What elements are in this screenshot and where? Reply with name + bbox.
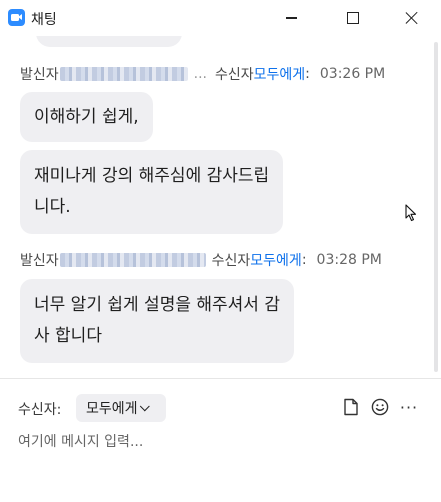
sender-name-redacted	[59, 253, 206, 267]
message-input[interactable]	[18, 430, 418, 454]
message-bubble-partial	[36, 36, 182, 47]
sender-label: 발신자	[20, 67, 59, 83]
file-button[interactable]	[340, 396, 362, 418]
recipient-label: 수신자:	[18, 402, 62, 418]
recipient-dropdown[interactable]: 모두에게	[76, 394, 166, 422]
sender-name-ellipsis: ...	[193, 66, 207, 82]
emoji-icon	[371, 398, 389, 416]
recipient-label: 수신자	[215, 67, 254, 83]
message-list[interactable]: 발신자 ... 수신자 모두에게 : 03:26 PM 이해하기 쉽게, 재미나…	[0, 36, 441, 378]
close-icon	[405, 11, 419, 25]
meta-colon: :	[301, 252, 307, 268]
minimize-icon	[285, 17, 297, 19]
maximize-button[interactable]	[330, 2, 376, 34]
scrollbar[interactable]	[434, 42, 438, 372]
mouse-cursor-icon	[405, 204, 417, 222]
minimize-button[interactable]	[268, 2, 314, 34]
sender-name-redacted	[59, 67, 188, 81]
message-bubble[interactable]: 너무 알기 쉽게 설명을 해주셔서 감 사 합니다	[20, 279, 294, 363]
sender-label: 발신자	[20, 253, 59, 269]
close-button[interactable]	[389, 2, 435, 34]
message-text: 너무 알기 쉽게 설명을 해주셔서 감	[34, 295, 280, 315]
meta-colon: :	[305, 66, 310, 82]
message-time: 03:26 PM	[319, 66, 386, 82]
message-meta: 발신자 ... 수신자 모두에게 : 03:26 PM	[20, 64, 385, 84]
message-text: 니다.	[34, 197, 71, 217]
composer-divider	[0, 378, 441, 379]
message-time: 03:28 PM	[316, 252, 382, 268]
message-text: 사 합니다	[34, 326, 102, 346]
recipient-label: 수신자	[211, 253, 251, 269]
message-meta: 발신자 수신자 모두에게 : 03:28 PM	[20, 250, 382, 270]
recipient-link[interactable]: 모두에게	[250, 250, 302, 270]
message-text: 이해하기 쉽게,	[34, 106, 139, 127]
file-icon	[344, 398, 358, 416]
emoji-button[interactable]	[369, 396, 391, 418]
more-icon: ···	[399, 397, 419, 417]
message-bubble[interactable]: 이해하기 쉽게,	[20, 92, 153, 142]
recipient-link[interactable]: 모두에게	[254, 64, 306, 84]
window-title: 채팅	[31, 12, 57, 28]
more-button[interactable]: ···	[398, 396, 420, 418]
maximize-icon	[347, 12, 359, 24]
zoom-camera-icon	[8, 9, 25, 26]
chevron-down-icon	[139, 400, 150, 411]
message-text: 재미나게 강의 해주심에 감사드립	[34, 166, 270, 186]
title-bar: 채팅	[0, 0, 441, 36]
recipient-value: 모두에게	[86, 401, 138, 417]
message-bubble[interactable]: 재미나게 강의 해주심에 감사드립 니다.	[20, 150, 284, 234]
